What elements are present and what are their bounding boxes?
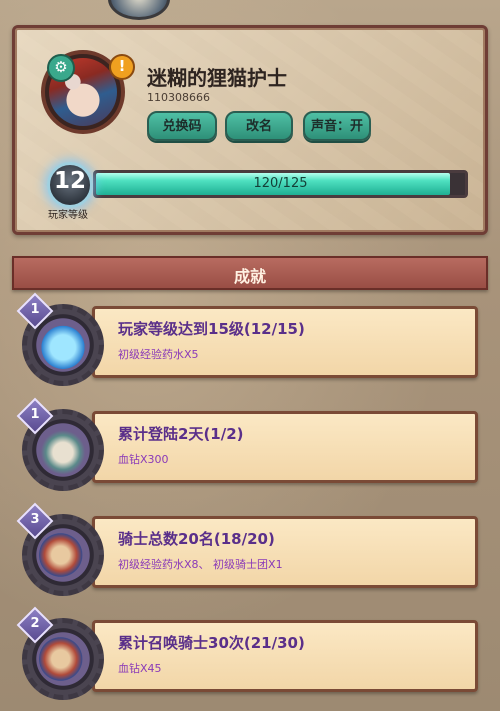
achievement-panel: [92, 516, 478, 588]
achievement-reward: 初级经验药水X5: [118, 348, 199, 361]
achievement-title: 玩家等级达到15级(12/15): [118, 320, 305, 338]
player-level-label: 玩家等级: [48, 210, 88, 221]
rename-button[interactable]: 改名: [225, 111, 293, 141]
exp-progress-text: 120/125: [253, 176, 308, 191]
settings-gear-icon[interactable]: ⚙: [47, 54, 75, 82]
achievements-header: 成就: [12, 256, 488, 290]
achievement-panel: [92, 411, 478, 483]
reward-count: 1: [30, 407, 40, 422]
achievements-title: 成就: [233, 267, 266, 286]
knights-icon: [39, 635, 87, 683]
reward-count: 2: [30, 616, 40, 631]
achievement-title: 累计登陆2天(1/2): [118, 425, 244, 443]
achievement-panel: [92, 620, 478, 692]
knights-icon: [39, 531, 87, 579]
reward-count: 1: [30, 302, 40, 317]
achievement-reward: 血钻X300: [118, 453, 169, 466]
achievement-item[interactable]: 1 玩家等级达到15级(12/15) 初级经验药水X5: [16, 292, 480, 386]
alert-icon[interactable]: !: [109, 54, 135, 80]
top-orb-icon: [108, 0, 170, 20]
potion-flask-icon: [39, 321, 87, 369]
player-id: 110308666: [147, 91, 210, 104]
achievement-reward: 初级经验药水X8、 初级骑士团X1: [118, 558, 283, 571]
sound-toggle-button[interactable]: 声音：开: [303, 111, 371, 141]
profile-panel: ⚙ ! 迷糊的狸猫护士 110308666 兑换码 改名 声音：开 120/12…: [12, 25, 488, 235]
player-level: 12: [53, 168, 86, 194]
achievement-item[interactable]: 1 累计登陆2天(1/2) 血钻X300: [16, 397, 480, 491]
player-name: 迷糊的狸猫护士: [147, 66, 287, 90]
achievement-item[interactable]: 3 骑士总数20名(18/20) 初级经验药水X8、 初级骑士团X1: [16, 502, 480, 596]
exp-progress-bar: 120/125: [93, 170, 468, 198]
redeem-code-button[interactable]: 兑换码: [147, 111, 217, 141]
achievement-item[interactable]: 2 累计召唤骑士30次(21/30) 血钻X45: [16, 606, 480, 700]
achievement-title: 骑士总数20名(18/20): [118, 530, 275, 548]
castle-icon: [39, 426, 87, 474]
achievement-reward: 血钻X45: [118, 662, 162, 675]
achievement-panel: [92, 306, 478, 378]
reward-count: 3: [30, 512, 40, 527]
achievement-title: 累计召唤骑士30次(21/30): [118, 634, 305, 652]
